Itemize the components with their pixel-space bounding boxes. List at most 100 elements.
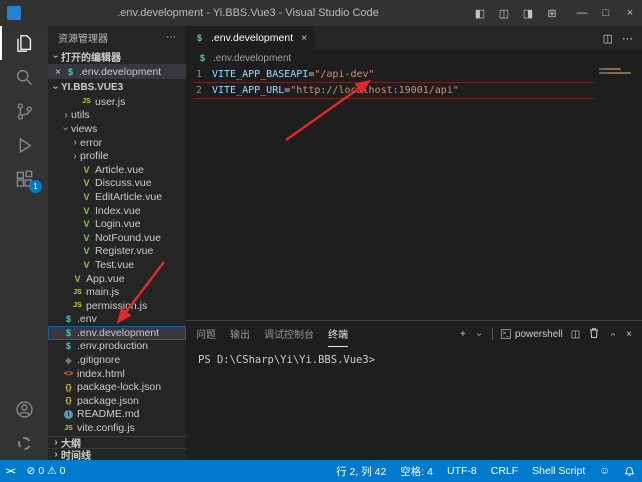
tree-item-index.html[interactable]: index.html xyxy=(48,367,186,381)
panel-tab-bar: 问题输出调试控制台终端 + >_ powershell ◫ xyxy=(186,321,642,347)
tree-item-permission.js[interactable]: permission.js xyxy=(48,299,186,313)
tree-item-EditArticle.vue[interactable]: EditArticle.vue xyxy=(48,190,186,204)
code-line-2: 2VITE_APP_URL="http://localhost:19001/ap… xyxy=(186,82,642,98)
run-debug-icon[interactable] xyxy=(0,128,48,162)
panel-actions: + >_ powershell ◫ xyxy=(460,327,632,342)
kill-terminal-icon[interactable] xyxy=(588,327,600,342)
maximize-button[interactable]: □ xyxy=(594,0,618,26)
json-file-icon xyxy=(62,396,75,405)
tree-item-label: vite.config.js xyxy=(77,422,135,434)
tree-item-label: App.vue xyxy=(86,273,125,285)
separator xyxy=(492,328,493,340)
encoding-status[interactable]: UTF-8 xyxy=(440,460,484,482)
remote-icon: >< xyxy=(6,466,15,476)
toggle-secondary-sidebar-icon[interactable]: ◨ xyxy=(516,0,540,26)
tree-item-label: profile xyxy=(80,150,109,162)
tree-item-label: package-lock.json xyxy=(77,381,161,393)
tree-item-Article.vue[interactable]: Article.vue xyxy=(48,163,186,177)
panel-tab-输出[interactable]: 输出 xyxy=(230,321,250,347)
remote-indicator[interactable]: >< xyxy=(0,460,21,482)
tree-item-label: user.js xyxy=(95,96,125,108)
terminal-profile-label: powershell xyxy=(515,329,563,340)
editor-tab-.env.development[interactable]: .env.development × xyxy=(186,26,314,50)
editor-more-actions-icon[interactable]: ⋯ xyxy=(622,32,633,45)
tree-item-views[interactable]: views xyxy=(48,122,186,136)
split-terminal-icon[interactable]: ◫ xyxy=(571,329,580,340)
vscode-logo-icon xyxy=(7,6,21,20)
vscode-window: .env.development - Yi.BBS.Vue3 - Visual … xyxy=(0,0,642,482)
tree-item-Register.vue[interactable]: Register.vue xyxy=(48,245,186,259)
terminal-profile-item[interactable]: >_ powershell xyxy=(501,329,563,340)
language-mode-status[interactable]: Shell Script xyxy=(525,460,592,482)
tree-item-vite.config.js[interactable]: vite.config.js xyxy=(48,421,186,435)
split-editor-icon[interactable]: ◫ xyxy=(603,32,613,45)
project-section-header[interactable]: YI.BBS.VUE3 xyxy=(48,79,186,95)
settings-gear-icon[interactable] xyxy=(0,426,48,460)
maximize-panel-icon[interactable] xyxy=(608,329,619,339)
tree-item-main.js[interactable]: main.js xyxy=(48,285,186,299)
tree-item-package.json[interactable]: package.json xyxy=(48,394,186,408)
account-icon[interactable] xyxy=(0,392,48,426)
timeline-label: 时间线 xyxy=(61,447,91,460)
minimize-button[interactable]: — xyxy=(570,0,594,26)
terminal-line: PS D:\CSharp\Yi\Yi.BBS.Vue3> xyxy=(198,354,630,366)
tree-item-Test.vue[interactable]: Test.vue xyxy=(48,258,186,272)
tree-item-profile[interactable]: profile xyxy=(48,149,186,163)
tree-item-README.md[interactable]: README.md xyxy=(48,408,186,422)
tree-item-label: permission.js xyxy=(86,300,147,312)
panel-tab-问题[interactable]: 问题 xyxy=(196,321,216,347)
tree-item-user.js[interactable]: user.js xyxy=(48,95,186,109)
feedback-icon[interactable]: ☺ xyxy=(592,460,617,482)
window-title: .env.development - Yi.BBS.Vue3 - Visual … xyxy=(28,7,468,19)
customize-layout-icon[interactable]: ⊞ xyxy=(540,0,564,26)
timeline-section-header[interactable]: 时间线 xyxy=(48,448,186,460)
tree-item-NotFound.vue[interactable]: NotFound.vue xyxy=(48,231,186,245)
error-count: 0 xyxy=(38,465,44,477)
tree-item-label: .gitignore xyxy=(77,354,120,366)
breadcrumb[interactable]: .env.development xyxy=(186,50,642,66)
cursor-position-status[interactable]: 行 2, 列 42 xyxy=(329,460,393,482)
indentation-status[interactable]: 空格: 4 xyxy=(393,460,440,482)
extensions-icon[interactable]: 1 xyxy=(0,162,48,196)
explorer-icon[interactable] xyxy=(0,26,48,60)
close-editor-icon[interactable]: × xyxy=(52,66,64,78)
terminal-dropdown-icon[interactable] xyxy=(473,329,484,339)
tree-item-Index.vue[interactable]: Index.vue xyxy=(48,204,186,218)
tab-label: .env.development xyxy=(211,32,293,44)
tree-item-.env[interactable]: .env xyxy=(48,313,186,327)
more-actions-icon[interactable]: ⋯ xyxy=(166,32,176,43)
open-editors-list: ×.env.development xyxy=(48,64,186,79)
new-terminal-icon[interactable]: + xyxy=(460,329,466,340)
tree-item-error[interactable]: error xyxy=(48,136,186,150)
tree-item-utils[interactable]: utils xyxy=(48,109,186,123)
chevron-expanded-icon xyxy=(61,123,71,134)
sidebar-title: 资源管理器 xyxy=(58,30,108,45)
code-editor[interactable]: 1VITE_APP_BASEAPI="/api-dev"2VITE_APP_UR… xyxy=(186,66,642,320)
breadcrumb-item[interactable]: .env.development xyxy=(213,53,291,64)
close-button[interactable]: × xyxy=(618,0,642,26)
search-icon[interactable] xyxy=(0,60,48,94)
close-panel-icon[interactable]: × xyxy=(626,329,632,340)
terminal-output[interactable]: PS D:\CSharp\Yi\Yi.BBS.Vue3> xyxy=(186,347,642,460)
open-editor-item[interactable]: ×.env.development xyxy=(48,64,186,79)
tree-item-Login.vue[interactable]: Login.vue xyxy=(48,217,186,231)
panel-tab-终端[interactable]: 终端 xyxy=(328,321,348,347)
tree-item-Discuss.vue[interactable]: Discuss.vue xyxy=(48,177,186,191)
problems-status[interactable]: ⊘ 0 ⚠ 0 xyxy=(21,460,72,482)
tab-close-icon[interactable]: × xyxy=(301,32,307,44)
notifications-bell-icon[interactable] xyxy=(617,460,642,482)
chevron-collapsed-icon xyxy=(51,437,61,448)
tree-item-App.vue[interactable]: App.vue xyxy=(48,272,186,286)
tree-item-.env.production[interactable]: .env.production xyxy=(48,340,186,354)
toggle-panel-icon[interactable]: ◫ xyxy=(492,0,516,26)
tree-item-package-lock.json[interactable]: package-lock.json xyxy=(48,380,186,394)
toggle-sidebar-icon[interactable]: ◧ xyxy=(468,0,492,26)
minimap[interactable] xyxy=(596,66,642,320)
tree-item-.env.development[interactable]: .env.development xyxy=(48,326,186,340)
open-editors-section-header[interactable]: 打开的编辑器 xyxy=(48,48,186,64)
tree-item-.gitignore[interactable]: .gitignore xyxy=(48,353,186,367)
chevron-expanded-icon xyxy=(51,51,61,62)
eol-status[interactable]: CRLF xyxy=(484,460,525,482)
source-control-icon[interactable] xyxy=(0,94,48,128)
panel-tab-调试控制台[interactable]: 调试控制台 xyxy=(264,321,314,347)
